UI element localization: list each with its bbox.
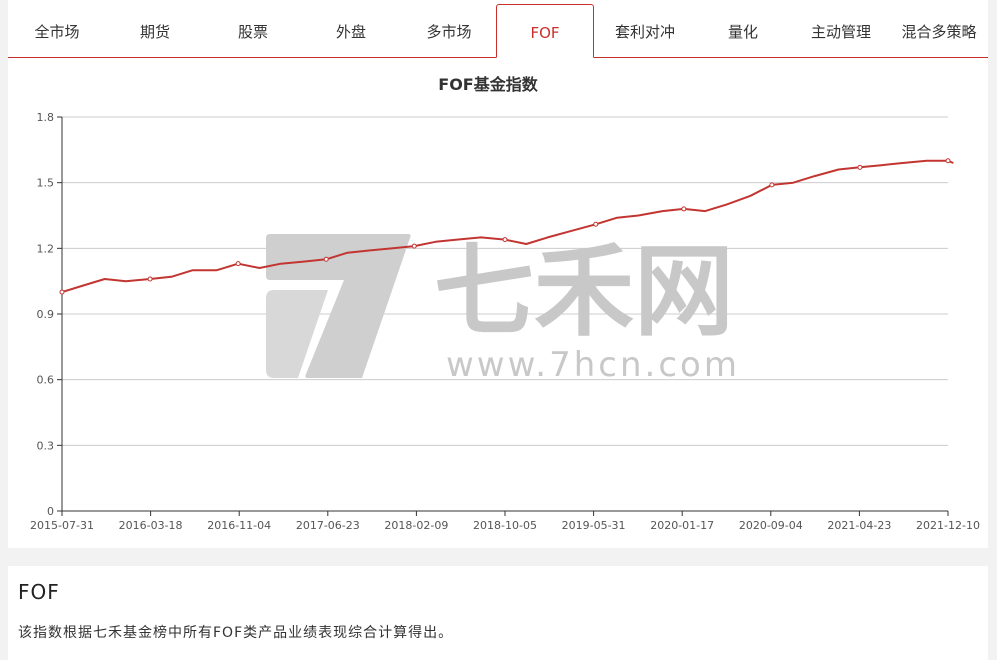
- tab-overseas[interactable]: 外盘: [302, 4, 400, 57]
- watermark-url: www.7hcn.com: [446, 345, 740, 385]
- x-tick-label: 2016-03-18: [119, 519, 183, 532]
- x-tick-label: 2020-01-17: [650, 519, 714, 532]
- data-point: [945, 158, 951, 164]
- y-tick-label: 1.8: [37, 111, 55, 124]
- y-tick-label: 0.3: [37, 439, 55, 452]
- description-title: FOF: [18, 580, 60, 604]
- fof-index-chart: 七禾网 www.7hcn.com FOF基金指数 0 0.3 0.6 0.9 1.2 1.…: [30, 75, 980, 532]
- data-point: [235, 261, 241, 267]
- market-tab-bar: 全市场 期货 股票 外盘 多市场 FOF 套利对冲 量化 主动管理 混合多策略: [8, 4, 988, 58]
- x-tick-label: 2019-05-31: [562, 519, 626, 532]
- tab-multi-market[interactable]: 多市场: [400, 4, 498, 57]
- data-point: [681, 206, 687, 212]
- x-tick-label: 2017-06-23: [296, 519, 360, 532]
- tab-all-market[interactable]: 全市场: [8, 4, 106, 57]
- x-tick-label: 2021-04-23: [827, 519, 891, 532]
- description-panel: FOF 该指数根据七禾基金榜中所有FOF类产品业绩表现综合计算得出。: [8, 566, 988, 660]
- data-point: [147, 276, 153, 282]
- y-tick-label: 1.2: [37, 242, 55, 255]
- data-point: [857, 164, 863, 170]
- data-point: [593, 221, 599, 227]
- y-tick-label: 0.9: [37, 308, 55, 321]
- tab-quant[interactable]: 量化: [694, 4, 792, 57]
- x-tick-label: 2018-02-09: [384, 519, 448, 532]
- x-tick-label: 2021-12-10: [916, 519, 980, 532]
- tab-arbitrage-hedge[interactable]: 套利对冲: [596, 4, 694, 57]
- tab-stocks[interactable]: 股票: [204, 4, 302, 57]
- y-tick-label: 0.6: [37, 374, 55, 387]
- tab-fof[interactable]: FOF: [496, 4, 594, 58]
- chart-panel: 全市场 期货 股票 外盘 多市场 FOF 套利对冲 量化 主动管理 混合多策略 …: [8, 0, 988, 548]
- y-tick-label: 0: [47, 505, 54, 518]
- data-point: [323, 256, 329, 262]
- description-text: 该指数根据七禾基金榜中所有FOF类产品业绩表现综合计算得出。: [18, 625, 454, 641]
- tab-futures[interactable]: 期货: [106, 4, 204, 57]
- chart-title: FOF基金指数: [438, 75, 538, 94]
- data-point: [59, 289, 65, 295]
- data-point: [769, 182, 775, 188]
- data-point: [502, 237, 508, 243]
- tab-active-management[interactable]: 主动管理: [792, 4, 890, 57]
- tab-mixed-strategy[interactable]: 混合多策略: [890, 4, 988, 57]
- y-tick-label: 1.5: [37, 177, 55, 190]
- data-point: [411, 243, 417, 249]
- watermark-brand: 七禾网: [434, 233, 734, 350]
- x-tick-label: 2018-10-05: [473, 519, 537, 532]
- x-tick-label: 2016-11-04: [207, 519, 271, 532]
- x-tick-label: 2015-07-31: [30, 519, 94, 532]
- x-tick-label: 2020-09-04: [739, 519, 803, 532]
